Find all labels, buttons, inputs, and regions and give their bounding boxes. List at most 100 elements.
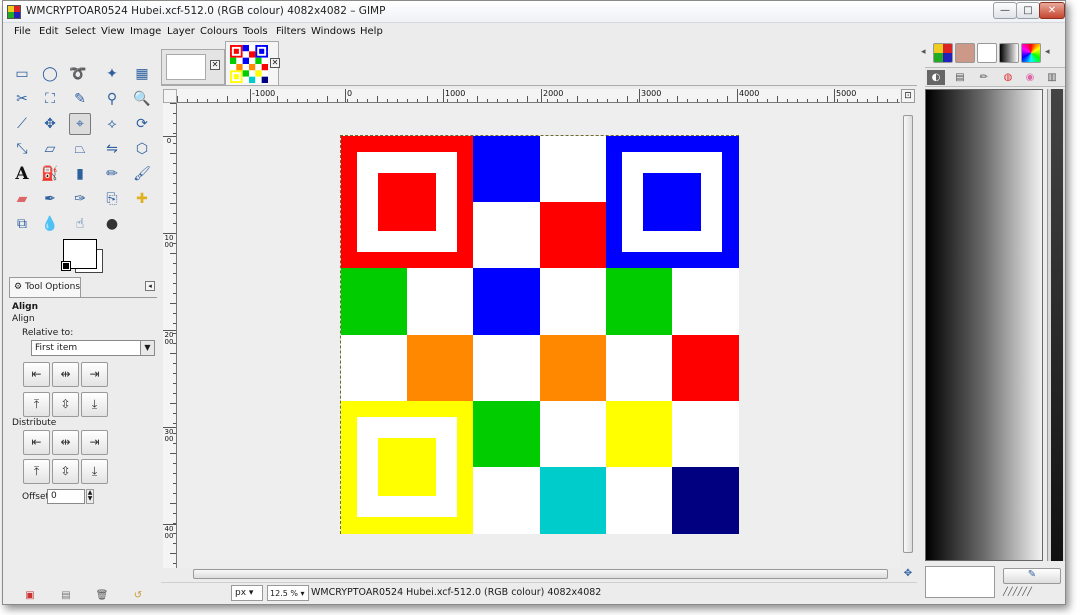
distribute-center-button[interactable]: ⇹ [52, 430, 79, 455]
menu-tools[interactable]: Tools [243, 26, 268, 37]
tab-menu-icon[interactable]: ◂ [1045, 47, 1050, 57]
reset-tool-options-icon[interactable]: ↺ [131, 589, 145, 603]
save-tool-options-icon[interactable]: ▣ [23, 589, 37, 603]
tab-paths[interactable]: ▤ [951, 70, 969, 85]
unit-dropdown[interactable]: px ▾ [231, 585, 263, 601]
perspective-icon[interactable]: ⏢ [69, 138, 91, 160]
cage-transform-icon[interactable]: ⬡ [131, 138, 153, 160]
tab-document-history[interactable] [955, 43, 975, 63]
align-top-button[interactable]: ⤒ [23, 392, 50, 417]
tab-palettes[interactable] [1021, 43, 1041, 63]
restore-tool-options-icon[interactable]: ▤ [59, 589, 73, 603]
gradient-preview[interactable] [925, 89, 1043, 561]
minimize-button[interactable]: — [993, 2, 1017, 19]
bucket-fill-icon[interactable]: ⛽ [39, 163, 61, 185]
menu-select[interactable]: Select [65, 26, 96, 37]
by-color-select-icon[interactable]: ▦ [131, 63, 153, 85]
distribute-left-button[interactable]: ⇤ [23, 430, 50, 455]
distribute-right-button[interactable]: ⇥ [81, 430, 108, 455]
distribute-middle-button[interactable]: ⇳ [52, 459, 79, 484]
scissors-select-icon[interactable]: ✂ [11, 88, 33, 110]
align-icon[interactable]: ⌖ [69, 113, 91, 135]
maximize-button[interactable]: □ [1016, 2, 1040, 19]
move-icon[interactable]: ✥ [39, 113, 61, 135]
vertical-scrollbar[interactable] [902, 103, 914, 568]
horizontal-ruler[interactable]: -1000 0 1000 2000 3000 4000 5000 [177, 89, 900, 103]
foreground-select-icon[interactable]: ⛶ [39, 88, 61, 110]
crop-icon[interactable]: ⟡ [101, 113, 123, 135]
zoom-icon[interactable]: 🔍 [131, 88, 153, 110]
offset-spinner[interactable]: ▲ ▼ [86, 489, 94, 504]
reset-colors-icon[interactable] [61, 261, 71, 271]
tab-gradients[interactable] [999, 43, 1019, 63]
dodge-burn-icon[interactable]: ● [101, 213, 123, 235]
edit-brush-button[interactable]: ✎ [1003, 568, 1061, 584]
tool-options-close-icon[interactable]: ◂ [145, 281, 155, 291]
image-tab-2[interactable]: ✕ [225, 41, 280, 85]
perspective-clone-icon[interactable]: ⧉ [11, 213, 33, 235]
ruler-corner[interactable] [163, 89, 177, 103]
offset-input[interactable]: 0 [47, 489, 85, 504]
blur-icon[interactable]: 💧 [39, 213, 61, 235]
tab-brushes[interactable] [977, 43, 997, 63]
menu-layer[interactable]: Layer [167, 26, 195, 37]
image-tab-1[interactable]: ✕ [161, 49, 225, 85]
paths-icon[interactable]: ✎ [69, 88, 91, 110]
tab-tool-options[interactable]: ⚙ Tool Options [9, 277, 81, 297]
vertical-ruler[interactable]: 010002000300040005000 [163, 103, 177, 568]
rotate-icon[interactable]: ⟳ [131, 113, 153, 135]
tab-brush-editor[interactable]: ✏ [975, 70, 993, 85]
paintbrush-icon[interactable]: 🖌 [131, 163, 153, 185]
tab-images[interactable] [933, 43, 953, 63]
text-tool-icon[interactable]: A [11, 163, 33, 185]
color-picker-icon[interactable]: ⚲ [101, 88, 123, 110]
rect-select-icon[interactable]: ▭ [11, 63, 33, 85]
distribute-top-button[interactable]: ⤒ [23, 459, 50, 484]
close-icon[interactable]: ✕ [210, 60, 220, 70]
menu-edit[interactable]: Edit [39, 26, 58, 37]
distribute-bottom-button[interactable]: ⤓ [81, 459, 108, 484]
align-right-button[interactable]: ⇥ [81, 362, 108, 387]
free-select-icon[interactable]: ➰ [67, 63, 89, 85]
fuzzy-select-icon[interactable]: ✦ [101, 63, 123, 85]
align-left-button[interactable]: ⇤ [23, 362, 50, 387]
menu-colours[interactable]: Colours [200, 26, 238, 37]
tab-channels[interactable]: ◐ [927, 70, 945, 85]
heal-icon[interactable]: ✚ [131, 188, 153, 210]
tab-colors[interactable]: ◍ [999, 70, 1017, 85]
menu-windows[interactable]: Windows [311, 26, 356, 37]
smudge-icon[interactable]: ☝ [69, 213, 91, 235]
close-button[interactable]: ✕ [1039, 2, 1065, 19]
clone-icon[interactable]: ⎘ [101, 188, 123, 210]
scale-icon[interactable]: ⤡ [11, 138, 33, 160]
airbrush-icon[interactable]: ✒ [39, 188, 61, 210]
canvas[interactable] [177, 103, 900, 568]
shear-icon[interactable]: ▱ [39, 138, 61, 160]
image-canvas[interactable] [340, 135, 739, 534]
relative-to-dropdown[interactable]: First item ▼ [31, 340, 155, 356]
flip-icon[interactable]: ⇋ [101, 138, 123, 160]
zoom-dropdown[interactable]: 12.5 % ▾ [267, 585, 309, 601]
align-center-button[interactable]: ⇹ [52, 362, 79, 387]
ink-icon[interactable]: ✑ [69, 188, 91, 210]
menu-filters[interactable]: Filters [276, 26, 306, 37]
navigate-icon[interactable]: ✥ [901, 568, 915, 580]
scrollbar-thumb[interactable] [903, 115, 913, 553]
tab-patterns[interactable]: ◉ [1021, 70, 1039, 85]
menu-help[interactable]: Help [360, 26, 383, 37]
tab-fonts[interactable]: ▥ [1043, 70, 1061, 85]
align-middle-button[interactable]: ⇳ [52, 392, 79, 417]
zoom-toggle-icon[interactable]: ⊡ [901, 89, 915, 103]
scrollbar-thumb[interactable] [193, 569, 888, 579]
blend-icon[interactable]: ▮ [69, 163, 91, 185]
pencil-icon[interactable]: ✏ [101, 163, 123, 185]
align-bottom-button[interactable]: ⤓ [81, 392, 108, 417]
delete-tool-options-icon[interactable]: 🗑 [95, 589, 109, 603]
eraser-icon[interactable]: ▰ [11, 188, 33, 210]
tab-menu-icon[interactable]: ◂ [921, 47, 926, 57]
measure-icon[interactable]: ⟋ [11, 113, 33, 135]
horizontal-scrollbar[interactable] [177, 568, 900, 580]
ellipse-select-icon[interactable]: ◯ [39, 63, 61, 85]
menu-file[interactable]: File [14, 26, 31, 37]
menu-image[interactable]: Image [130, 26, 161, 37]
